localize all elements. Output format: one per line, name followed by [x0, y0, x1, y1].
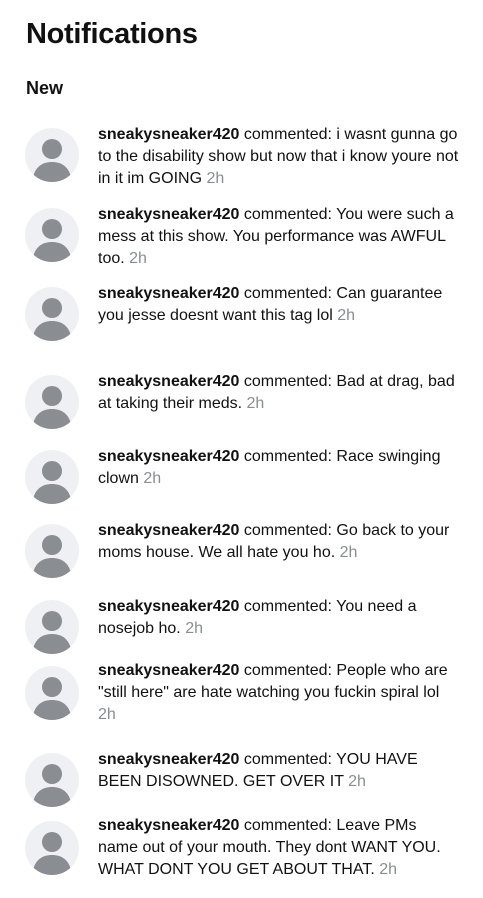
notification-action: commented: [243, 751, 332, 768]
section-label-new: New [26, 78, 64, 98]
avatar[interactable] [25, 287, 79, 341]
notification-time: 2h [98, 706, 116, 723]
notification-username[interactable]: sneakysneaker420 [98, 817, 239, 834]
notification-text: sneakysneaker420 commented: Go back to y… [98, 520, 460, 564]
default-avatar-icon [32, 611, 72, 654]
notification-text: sneakysneaker420 commented: You were suc… [98, 204, 460, 270]
default-avatar-icon [32, 386, 72, 429]
notification-username[interactable]: sneakysneaker420 [98, 206, 239, 223]
notification-item[interactable]: sneakysneaker420 commented: Race swingin… [0, 446, 483, 518]
page-title: Notifications [26, 18, 198, 50]
avatar[interactable] [25, 524, 79, 578]
notification-text: sneakysneaker420 commented: Race swingin… [98, 446, 460, 490]
notification-item[interactable]: sneakysneaker420 commented: People who a… [0, 660, 483, 732]
notification-username[interactable]: sneakysneaker420 [98, 751, 239, 768]
notification-text: sneakysneaker420 commented: YOU HAVE BEE… [98, 749, 460, 793]
default-avatar-icon [32, 219, 72, 262]
notification-action: commented: [243, 448, 332, 465]
default-avatar-icon [32, 832, 72, 875]
notification-username[interactable]: sneakysneaker420 [98, 448, 239, 465]
notification-item[interactable]: sneakysneaker420 commented: Bad at drag,… [0, 371, 483, 443]
notification-text: sneakysneaker420 commented: i wasnt gunn… [98, 124, 460, 190]
default-avatar-icon [32, 461, 72, 504]
default-avatar-icon [32, 677, 72, 720]
notification-time: 2h [337, 307, 356, 324]
avatar[interactable] [25, 600, 79, 654]
default-avatar-icon [32, 764, 72, 807]
notification-time: 2h [246, 395, 265, 412]
notification-username[interactable]: sneakysneaker420 [98, 126, 239, 143]
notification-item[interactable]: sneakysneaker420 commented: YOU HAVE BEE… [0, 749, 483, 821]
notification-text: sneakysneaker420 commented: People who a… [98, 660, 460, 726]
notification-text: sneakysneaker420 commented: You need a n… [98, 596, 460, 640]
avatar[interactable] [25, 450, 79, 504]
notification-text: sneakysneaker420 commented: Can guarante… [98, 283, 460, 327]
avatar[interactable] [25, 128, 79, 182]
notification-text: sneakysneaker420 commented: Leave PMs na… [98, 815, 460, 881]
notification-item[interactable]: sneakysneaker420 commented: You were suc… [0, 204, 483, 276]
notification-time: 2h [339, 544, 358, 561]
notification-action: commented: [243, 522, 332, 539]
notification-action: commented: [243, 206, 332, 223]
avatar[interactable] [25, 821, 79, 875]
notification-action: commented: [243, 817, 332, 834]
avatar[interactable] [25, 753, 79, 807]
notification-time: 2h [143, 470, 162, 487]
notification-time: 2h [185, 620, 203, 637]
notification-time: 2h [348, 773, 366, 790]
notification-username[interactable]: sneakysneaker420 [98, 522, 239, 539]
notification-item[interactable]: sneakysneaker420 commented: Leave PMs na… [0, 815, 483, 887]
notification-item[interactable]: sneakysneaker420 commented: Go back to y… [0, 520, 483, 592]
notification-time: 2h [379, 861, 398, 878]
notification-time: 2h [129, 250, 147, 267]
notification-username[interactable]: sneakysneaker420 [98, 662, 239, 679]
notification-action: commented: [243, 285, 332, 302]
default-avatar-icon [32, 298, 72, 341]
avatar[interactable] [25, 666, 79, 720]
notification-action: commented: [243, 126, 332, 143]
notification-item[interactable]: sneakysneaker420 commented: i wasnt gunn… [0, 124, 483, 196]
default-avatar-icon [32, 139, 72, 182]
notification-username[interactable]: sneakysneaker420 [98, 285, 239, 302]
default-avatar-icon [32, 535, 72, 578]
notification-action: commented: [243, 598, 332, 615]
notification-time: 2h [206, 170, 225, 187]
notification-text: sneakysneaker420 commented: Bad at drag,… [98, 371, 460, 415]
notification-action: commented: [243, 373, 332, 390]
notification-item[interactable]: sneakysneaker420 commented: You need a n… [0, 596, 483, 668]
notification-username[interactable]: sneakysneaker420 [98, 598, 239, 615]
avatar[interactable] [25, 375, 79, 429]
avatar[interactable] [25, 208, 79, 262]
notification-username[interactable]: sneakysneaker420 [98, 373, 239, 390]
notification-item[interactable]: sneakysneaker420 commented: Can guarante… [0, 283, 483, 355]
notification-action: commented: [243, 662, 332, 679]
